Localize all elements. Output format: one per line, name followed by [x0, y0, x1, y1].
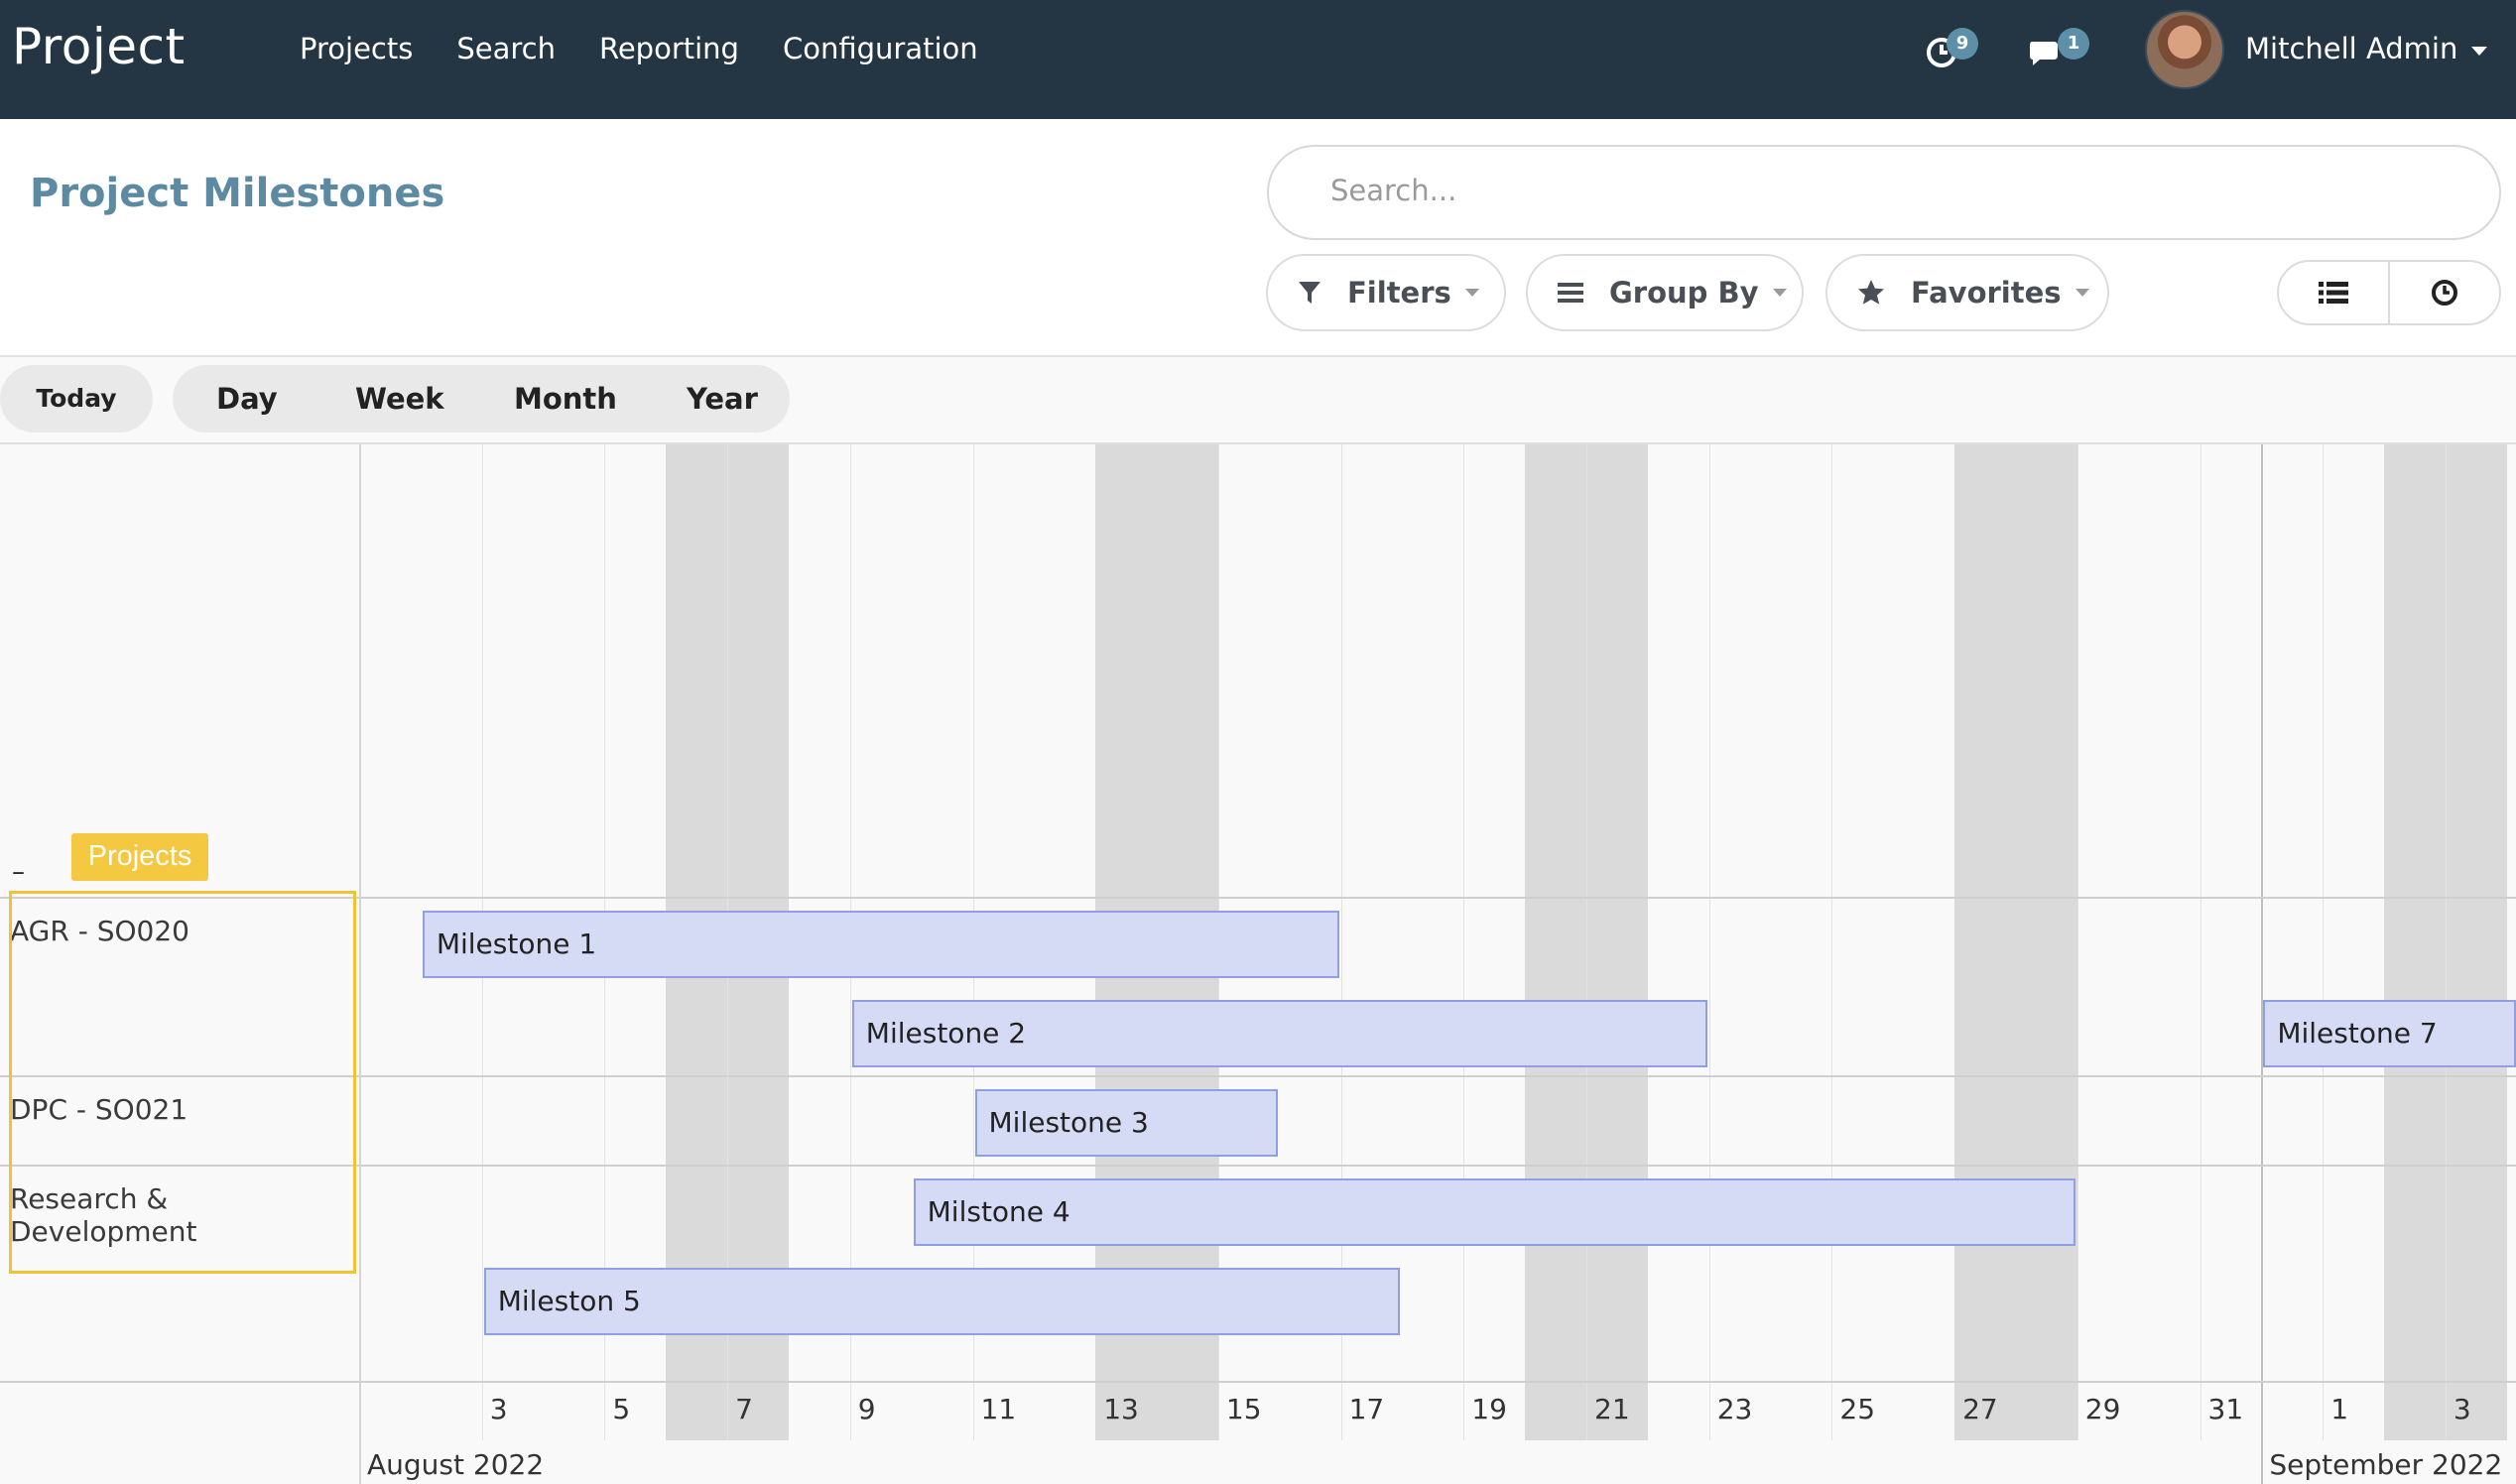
today-button[interactable]: Today: [0, 365, 153, 433]
day-tick-label: 3: [2453, 1393, 2471, 1425]
day-tick-label: 17: [1348, 1393, 1385, 1425]
day-tick-label: 13: [1103, 1393, 1139, 1425]
day-gridline: [1586, 444, 1587, 1440]
day-gridline: [2445, 444, 2447, 1440]
user-menu[interactable]: Mitchell Admin: [2245, 32, 2488, 65]
groupby-label: Group By: [1609, 276, 1759, 309]
activity-count-badge: 9: [1947, 28, 1978, 60]
weekend-column: [1954, 444, 2077, 1440]
row-headers-highlight: [9, 891, 356, 1274]
view-switcher: [2277, 260, 2501, 325]
scale-year-button[interactable]: Year: [687, 365, 758, 433]
bars-icon: [1558, 282, 1583, 304]
page-title: Project Milestones: [30, 171, 445, 216]
day-tick-label: 15: [1225, 1393, 1262, 1425]
scale-button-group: Day Week Month Year: [173, 365, 790, 433]
list-icon: [2319, 282, 2348, 304]
filters-label: Filters: [1347, 276, 1451, 309]
milestone-bar[interactable]: Milstone 4: [913, 1178, 2076, 1246]
scale-month-button[interactable]: Month: [514, 365, 617, 433]
menu-search[interactable]: Search: [456, 32, 556, 65]
day-tick-label: 21: [1594, 1393, 1630, 1425]
row-separator: [0, 1165, 2516, 1167]
milestone-bar[interactable]: Milestone 1: [422, 911, 1339, 978]
day-gridline: [1463, 444, 1465, 1440]
menu-projects[interactable]: Projects: [300, 32, 413, 65]
day-tick-label: 23: [1716, 1393, 1753, 1425]
search-input[interactable]: [1328, 173, 2424, 208]
scale-day-button[interactable]: Day: [216, 365, 278, 433]
row-separator: [0, 1075, 2516, 1077]
day-tick-label: 3: [489, 1393, 508, 1425]
day-tick-label: 27: [1962, 1393, 1998, 1425]
scale-week-button[interactable]: Week: [355, 365, 444, 433]
list-view-button[interactable]: [2279, 262, 2388, 323]
clock-icon: [2432, 280, 2457, 306]
caret-down-icon: [2075, 289, 2089, 297]
day-tick-label: 19: [1471, 1393, 1507, 1425]
favorites-label: Favorites: [1911, 276, 2062, 309]
month-divider: [2261, 444, 2264, 1484]
projects-group-tag: Projects: [71, 833, 208, 881]
day-gridline: [2076, 444, 2078, 1440]
month-label: August 2022: [367, 1448, 545, 1481]
milestone-bar[interactable]: Milestone 2: [851, 1000, 1707, 1067]
activity-button[interactable]: 9: [1923, 28, 1992, 77]
day-gridline: [1708, 444, 1710, 1440]
gantt-scale-bar: Today Day Week Month Year: [0, 355, 2516, 444]
row-separator: [0, 1381, 2516, 1383]
day-gridline: [1831, 444, 1833, 1440]
search-box[interactable]: [1267, 145, 2501, 240]
milestone-bar[interactable]: Mileston 5: [483, 1268, 1401, 1335]
groupby-button[interactable]: Group By: [1526, 254, 1804, 331]
day-tick-label: 1: [2330, 1393, 2349, 1425]
menu-reporting[interactable]: Reporting: [599, 32, 739, 65]
filters-button[interactable]: Filters: [1266, 254, 1506, 331]
caret-down-icon: [1464, 289, 1479, 297]
day-tick-label: 7: [735, 1393, 753, 1425]
day-tick-label: 31: [2207, 1393, 2244, 1425]
caret-down-icon: [1772, 289, 1787, 297]
user-avatar[interactable]: [2145, 10, 2224, 89]
day-gridline: [2200, 444, 2202, 1440]
messages-count-badge: 1: [2058, 28, 2089, 60]
day-tick-label: 5: [612, 1393, 631, 1425]
messages-button[interactable]: 1: [2028, 28, 2097, 77]
star-icon: [1857, 279, 1885, 307]
day-tick-label: 29: [2084, 1393, 2121, 1425]
day-tick-label: 11: [980, 1393, 1017, 1425]
day-gridline: [2323, 444, 2325, 1440]
app-brand[interactable]: Project: [12, 18, 186, 75]
row-separator: [0, 897, 2516, 899]
day-tick-label: 9: [857, 1393, 876, 1425]
month-label: September 2022: [2269, 1448, 2503, 1481]
group-dash: –: [12, 857, 25, 887]
gantt-view: – AGR - SO020 DPC - SO021 Research & Dev…: [0, 444, 2516, 1484]
user-name: Mitchell Admin: [2245, 32, 2458, 65]
main-menu: Projects Search Reporting Configuration: [300, 32, 1022, 65]
chevron-down-icon: [2471, 46, 2488, 56]
favorites-button[interactable]: Favorites: [1825, 254, 2109, 331]
milestone-bar[interactable]: Milestone 7: [2263, 1000, 2516, 1067]
filter-icon: [1298, 280, 1321, 306]
control-panel: Project Milestones Filters Group By Favo…: [0, 119, 2516, 357]
gantt-view-button[interactable]: [2388, 262, 2499, 323]
menu-configuration[interactable]: Configuration: [783, 32, 978, 65]
top-navbar: Project Projects Search Reporting Config…: [0, 0, 2516, 119]
day-tick-label: 25: [1839, 1393, 1876, 1425]
milestone-bar[interactable]: Milestone 3: [974, 1089, 1278, 1157]
